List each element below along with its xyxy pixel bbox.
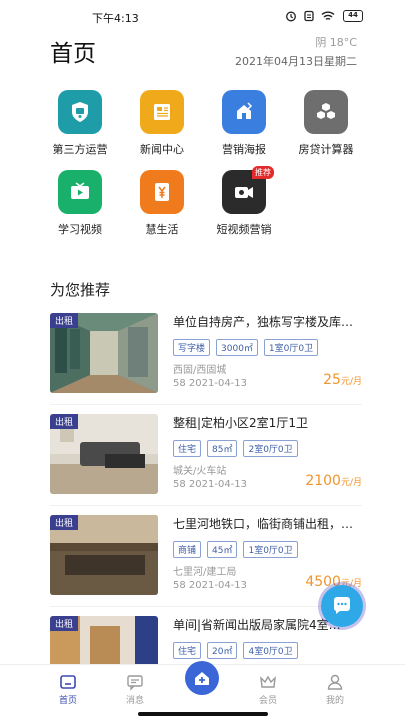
grid-item-smart-life[interactable]: 慧生活: [122, 170, 202, 237]
price-unit: 元/月: [340, 377, 362, 387]
price-value: 25: [323, 372, 341, 388]
chip-type: 写字楼: [173, 339, 211, 356]
status-icons: [285, 10, 335, 22]
listing-chips: 写字楼 3000㎡ 1室0厅0卫: [173, 339, 319, 356]
tab-label: 消息: [125, 696, 144, 706]
list-item[interactable]: 出租 七里河地铁口，临街商铺出租，… 商铺 45㎡ 1室0厅0卫 七里河/建工局…: [50, 515, 362, 597]
grid-item-label: 学习视频: [58, 223, 102, 236]
message-icon: [127, 675, 143, 691]
listing-chips: 住宅 20㎡ 4室0厅0卫: [173, 642, 298, 659]
listing-price: 25元/月: [323, 372, 362, 388]
grid-item-third-party-ops[interactable]: 第三方运营: [40, 90, 120, 157]
chat-bubble-icon: [333, 597, 350, 614]
price-value: 2100: [305, 473, 341, 489]
chip-size: 45㎡: [207, 541, 238, 558]
tab-home[interactable]: 首页: [38, 673, 98, 706]
crown-icon: [260, 675, 276, 688]
listing-title: 七里河地铁口，临街商铺出租，…: [173, 517, 354, 531]
listing-photo: 出租: [50, 515, 158, 595]
house-plus-icon: [195, 672, 209, 685]
listing-chips: 住宅 85㎡ 2室0厅0卫: [173, 440, 298, 457]
section-title: 为您推荐: [50, 281, 111, 299]
video-camera-icon: 推荐: [222, 166, 274, 214]
wifi-icon: [321, 11, 335, 20]
divider: [50, 606, 362, 607]
chip-type: 商铺: [173, 541, 202, 558]
alarm-icon: [286, 11, 296, 22]
listing-title: 整租|定柏小区2室1厅1卫: [173, 416, 308, 430]
page-title: 首页: [50, 41, 96, 67]
grid-item-label: 房贷计算器: [298, 143, 354, 156]
tab-label: 首页: [58, 696, 77, 706]
price-unit: 元/月: [340, 478, 362, 488]
listing-area: 七里河/建工局: [173, 567, 237, 578]
publish-button[interactable]: [185, 661, 219, 695]
tv-icon: [58, 170, 102, 214]
grid-item-marketing-poster[interactable]: 营销海报: [204, 90, 284, 157]
grid-item-mortgage-calculator[interactable]: 房贷计算器: [286, 90, 366, 157]
grid-item-study-video[interactable]: 学习视频: [40, 170, 120, 237]
divider: [50, 505, 362, 506]
status-bar: 下午4:13 44: [0, 0, 405, 30]
tab-label: 我的: [325, 696, 344, 706]
sim-icon: [304, 10, 314, 22]
status-time: 下午4:13: [92, 12, 139, 25]
listing-date: 58 2021-04-13: [173, 580, 248, 591]
weather-text: 阴 18°C: [315, 36, 357, 49]
list-item[interactable]: 出租 单位自持房产，独栋写字楼及库… 写字楼 3000㎡ 1室0厅0卫 西固/西…: [50, 313, 362, 395]
listing-price: 2100元/月: [305, 473, 362, 489]
grid-item-label: 新闻中心: [140, 143, 184, 156]
rent-tag: 出租: [50, 414, 79, 429]
chat-float-button[interactable]: [321, 585, 363, 627]
listing-photo: 出租: [50, 616, 158, 664]
chip-rooms: 1室0厅0卫: [263, 339, 319, 356]
tab-messages[interactable]: 消息: [105, 673, 165, 706]
cubes-icon: [304, 90, 348, 134]
chip-size: 3000㎡: [216, 339, 258, 356]
listing-photo: 出租: [50, 414, 158, 494]
rent-tag: 出租: [50, 313, 79, 328]
newspaper-icon: [140, 90, 184, 134]
tab-member[interactable]: 会员: [238, 673, 298, 706]
listing-area: 西固/西固城: [173, 365, 227, 376]
chip-rooms: 2室0厅0卫: [243, 440, 298, 457]
rent-tag: 出租: [50, 515, 79, 530]
user-icon: [327, 674, 343, 690]
listing-date: 58 2021-04-13: [173, 378, 248, 389]
grid-item-news-center[interactable]: 新闻中心: [122, 90, 202, 157]
listing-photo: 出租: [50, 313, 158, 393]
battery-indicator: 44: [343, 10, 363, 22]
tab-label: 会员: [258, 696, 277, 706]
chip-rooms: 4室0厅0卫: [243, 642, 298, 659]
grid-item-label: 营销海报: [222, 143, 266, 156]
divider: [50, 404, 362, 405]
chip-size: 85㎡: [207, 440, 238, 457]
grid-item-short-video-marketing[interactable]: 推荐 短视频营销: [204, 166, 284, 237]
listing-date: 58 2021-04-13: [173, 479, 248, 490]
rent-tag: 出租: [50, 616, 79, 631]
grid-item-label: 第三方运营: [52, 143, 108, 156]
chip-type: 住宅: [173, 440, 202, 457]
list-item[interactable]: 出租 单间|省新闻出版局家属院4室… 住宅 20㎡ 4室0厅0卫: [50, 616, 362, 664]
listing-area: 城关/火车站: [173, 466, 227, 477]
yen-icon: [140, 170, 184, 214]
chip-rooms: 1室0厅0卫: [243, 541, 298, 558]
list-item[interactable]: 出租 整租|定柏小区2室1厅1卫 住宅 85㎡ 2室0厅0卫 城关/火车站 58…: [50, 414, 362, 496]
listing-title: 单位自持房产，独栋写字楼及库…: [173, 315, 354, 329]
house-share-icon: [222, 90, 266, 134]
grid-item-label: 短视频营销: [216, 223, 272, 236]
grid-item-label: 慧生活: [145, 223, 179, 236]
recommend-badge: 推荐: [252, 166, 274, 179]
home-icon: [60, 675, 76, 689]
tab-mine[interactable]: 我的: [305, 673, 365, 706]
home-indicator: [138, 712, 268, 716]
police-badge-icon: [58, 90, 102, 134]
chip-size: 20㎡: [207, 642, 238, 659]
chip-type: 住宅: [173, 642, 202, 659]
date-text: 2021年04月13日星期二: [235, 55, 357, 68]
listing-chips: 商铺 45㎡ 1室0厅0卫: [173, 541, 298, 558]
